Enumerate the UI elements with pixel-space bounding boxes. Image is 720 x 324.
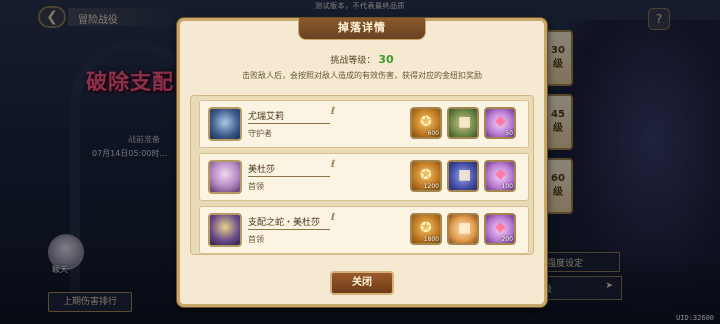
- enemy-role: 首领: [248, 235, 264, 244]
- link-icon[interactable]: ℓ: [331, 212, 335, 223]
- enemy-row: 尤瑞艾莉 ℓ 守护者 600 50: [199, 100, 529, 148]
- gold-button-icon[interactable]: 1800: [410, 213, 442, 245]
- gold-button-icon[interactable]: 600: [410, 107, 442, 139]
- reward-description: 击败敌人后，会按照对敌人造成的有效伤害，获得对应的金纽扣奖励: [242, 71, 482, 80]
- enemy-role: 守护者: [248, 129, 272, 138]
- enemy-portrait[interactable]: [208, 107, 242, 141]
- enemy-portrait[interactable]: [208, 213, 242, 247]
- link-icon[interactable]: ℓ: [331, 159, 335, 170]
- chest-icon[interactable]: [447, 160, 479, 192]
- enemy-name: 尤瑞艾莉: [248, 109, 330, 124]
- enemy-row: 美杜莎 ℓ 首领 1200 100: [199, 153, 529, 201]
- link-icon[interactable]: ℓ: [331, 106, 335, 117]
- close-button[interactable]: 关闭: [330, 271, 394, 295]
- chest-icon[interactable]: [447, 107, 479, 139]
- enemy-name: 美杜莎: [248, 162, 330, 177]
- enemy-name: 支配之蛇・美杜莎: [248, 215, 330, 230]
- drop-details-modal: 掉落详情 挑战等级： 30 击败敌人后，会按照对敌人造成的有效伤害，获得对应的金纽…: [177, 18, 547, 307]
- gold-button-icon[interactable]: 1200: [410, 160, 442, 192]
- gem-icon[interactable]: 200: [484, 213, 516, 245]
- modal-title: 掉落详情: [298, 18, 426, 40]
- enemy-row: 支配之蛇・美杜莎 ℓ 首领 1800 200: [199, 206, 529, 254]
- enemy-role: 首领: [248, 182, 264, 191]
- gem-icon[interactable]: 50: [484, 107, 516, 139]
- challenge-level: 挑战等级： 30: [330, 53, 394, 66]
- challenge-info: 挑战等级： 30 击败敌人后，会按照对敌人造成的有效伤害，获得对应的金纽扣奖励: [180, 53, 544, 81]
- enemy-portrait[interactable]: [208, 160, 242, 194]
- chest-icon[interactable]: [447, 213, 479, 245]
- gem-icon[interactable]: 100: [484, 160, 516, 192]
- enemy-list: 尤瑞艾莉 ℓ 守护者 600 50 美杜莎 ℓ 首领 1200 100: [190, 95, 534, 255]
